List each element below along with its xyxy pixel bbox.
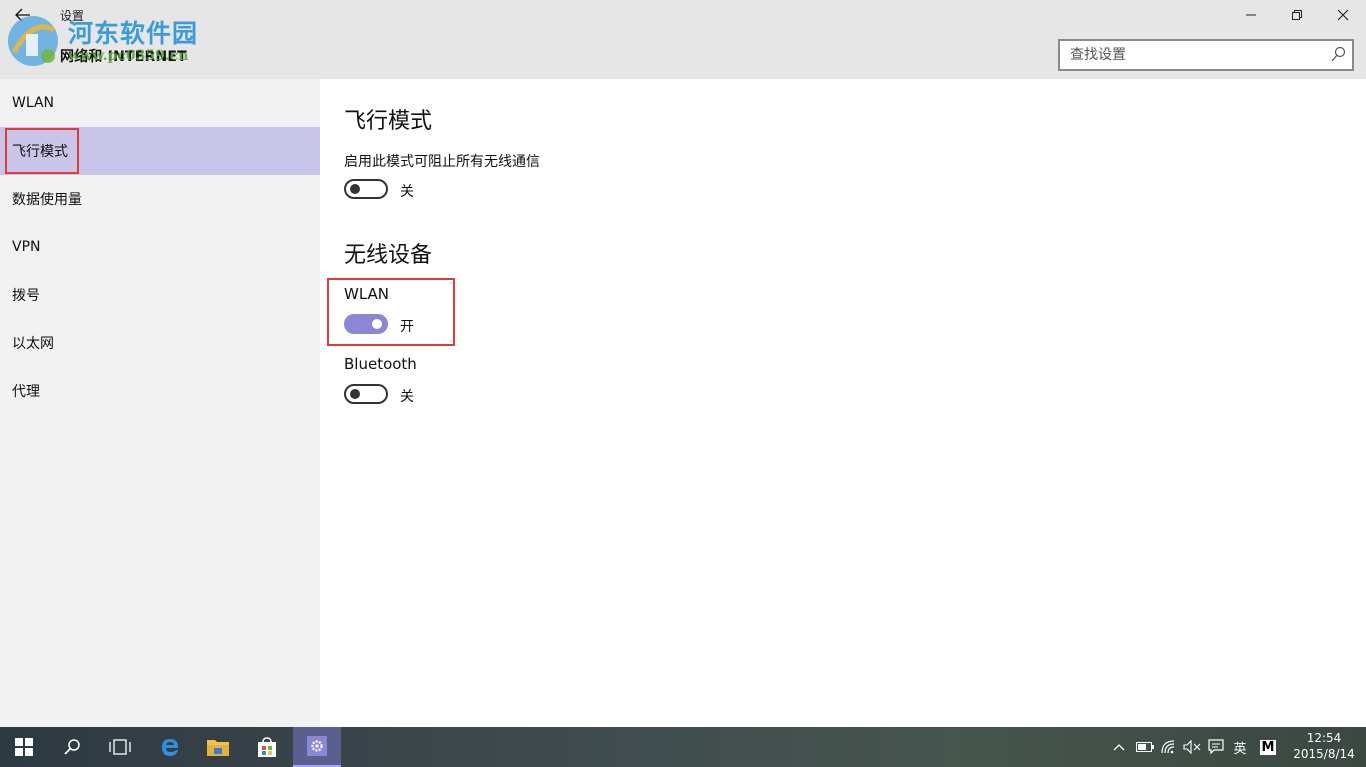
bluetooth-toggle[interactable] — [344, 384, 388, 404]
action-center-icon[interactable] — [1205, 727, 1227, 767]
toggle-knob — [350, 389, 360, 399]
bluetooth-label: Bluetooth — [344, 355, 417, 373]
bluetooth-state: 关 — [400, 389, 414, 405]
sidebar-item-label: 以太网 — [12, 336, 54, 352]
task-view-icon[interactable] — [96, 727, 144, 767]
edge-icon[interactable] — [146, 727, 194, 767]
search-box[interactable] — [1058, 39, 1354, 71]
windows-start-icon[interactable] — [0, 727, 48, 767]
sidebar-item-label: WLAN — [12, 95, 55, 111]
app-title: 设置 — [60, 9, 85, 23]
search-icon[interactable] — [48, 727, 96, 767]
search-icon[interactable] — [1330, 46, 1346, 64]
sidebar-item-airplane-mode[interactable]: 飞行模式 — [0, 127, 320, 175]
settings-icon[interactable] — [293, 727, 341, 767]
input-language-indicator[interactable]: 英 — [1229, 727, 1251, 767]
wlan-state: 开 — [400, 319, 414, 335]
taskbar: 英 M 12:54 2015/8/14 — [0, 727, 1366, 767]
watermark-text: 河东软件园 — [68, 19, 199, 48]
chevron-up-icon[interactable] — [1108, 727, 1130, 767]
clock-time: 12:54 — [1306, 731, 1342, 745]
settings-content: 飞行模式 启用此模式可阻止所有无线通信 关 无线设备 WLAN 开 Blueto… — [320, 79, 1366, 727]
minimize-icon[interactable] — [1228, 0, 1274, 30]
file-explorer-icon[interactable] — [194, 727, 242, 767]
airplane-mode-state: 关 — [400, 184, 414, 200]
store-icon[interactable] — [243, 727, 291, 767]
airplane-mode-description: 启用此模式可阻止所有无线通信 — [344, 154, 540, 170]
sidebar-item-dialup[interactable]: 拨号 — [0, 271, 320, 319]
sidebar-item-proxy[interactable]: 代理 — [0, 367, 320, 415]
battery-icon[interactable] — [1134, 727, 1156, 767]
page-heading: 网络和 INTERNET — [60, 49, 187, 65]
wlan-toggle[interactable] — [344, 314, 388, 334]
toggle-knob — [372, 319, 382, 329]
airplane-mode-toggle[interactable] — [344, 179, 388, 199]
toggle-knob — [350, 184, 360, 194]
back-arrow-icon[interactable] — [8, 2, 38, 28]
wlan-label: WLAN — [344, 285, 390, 303]
sidebar-item-vpn[interactable]: VPN — [0, 223, 320, 271]
search-input[interactable] — [1070, 45, 1320, 65]
volume-muted-icon[interactable] — [1181, 727, 1203, 767]
sidebar-item-label: 数据使用量 — [12, 192, 82, 208]
ime-mode-label: M — [1259, 739, 1277, 755]
sidebar-item-data-usage[interactable]: 数据使用量 — [0, 175, 320, 223]
clock-date: 2015/8/14 — [1293, 747, 1355, 761]
system-clock[interactable]: 12:54 2015/8/14 — [1286, 730, 1362, 762]
sidebar-item-wlan[interactable]: WLAN — [0, 79, 320, 127]
sidebar-item-label: 飞行模式 — [5, 128, 79, 174]
close-icon[interactable] — [1320, 0, 1366, 30]
sidebar: WLAN 飞行模式 数据使用量 VPN 拨号 以太网 代理 — [0, 79, 320, 727]
sidebar-item-label: VPN — [12, 239, 41, 255]
airplane-mode-title: 飞行模式 — [344, 109, 433, 134]
ime-mode-indicator[interactable]: M — [1257, 727, 1279, 767]
title-bar: 设置 网络和 INTERNET 河东软件园 www.pc0359.cn — [0, 0, 1366, 79]
wifi-icon[interactable] — [1158, 727, 1180, 767]
sidebar-item-ethernet[interactable]: 以太网 — [0, 319, 320, 367]
wireless-devices-title: 无线设备 — [344, 243, 433, 268]
sidebar-item-label: 代理 — [12, 384, 40, 400]
restore-icon[interactable] — [1274, 0, 1320, 30]
sidebar-item-label: 拨号 — [12, 288, 40, 304]
